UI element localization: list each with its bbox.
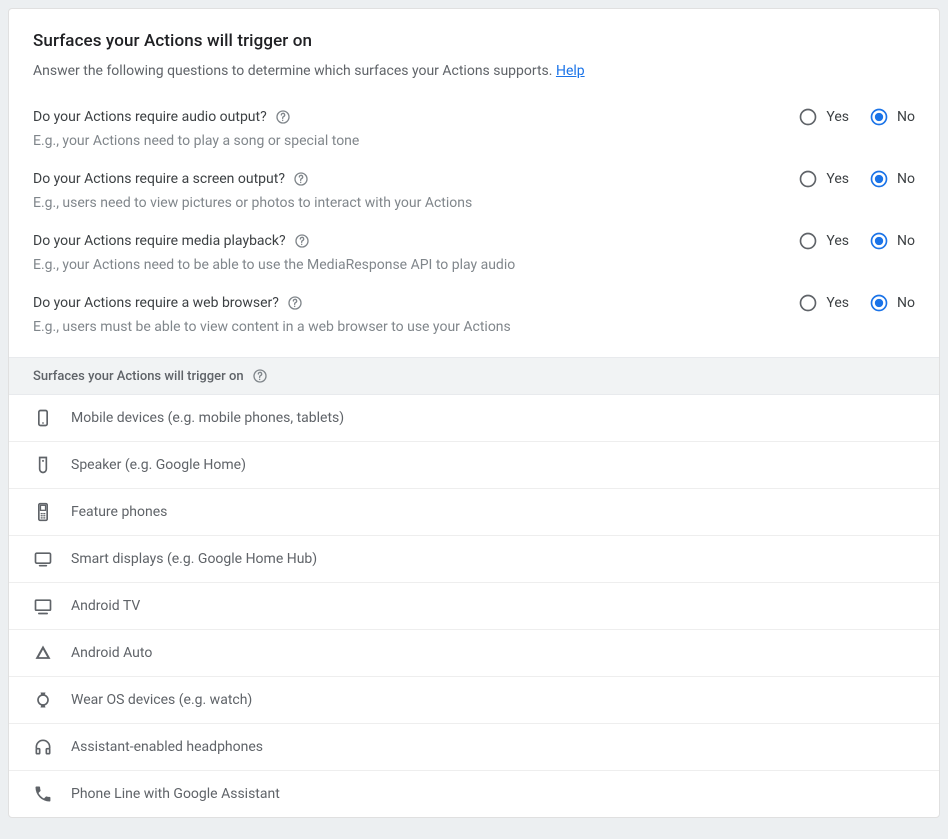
- surface-label: Android TV: [71, 598, 140, 614]
- radio-unselected-icon[interactable]: [798, 231, 818, 251]
- help-icon[interactable]: [252, 368, 268, 384]
- question-hint: E.g., your Actions need to be able to us…: [33, 255, 798, 275]
- question-hint: E.g., users need to view pictures or pho…: [33, 193, 798, 213]
- yes-option[interactable]: Yes: [798, 231, 849, 251]
- surfaces-card: Surfaces your Actions will trigger on An…: [8, 8, 940, 818]
- surface-label: Assistant-enabled headphones: [71, 739, 263, 755]
- surface-label: Mobile devices (e.g. mobile phones, tabl…: [71, 410, 344, 426]
- no-option[interactable]: No: [869, 169, 915, 189]
- surface-row: Feature phones: [9, 489, 939, 536]
- question-row: Do your Actions require media playback? E…: [33, 213, 915, 275]
- choice-label: Yes: [826, 171, 849, 187]
- page-title: Surfaces your Actions will trigger on: [33, 31, 915, 51]
- headphones-icon: [33, 737, 53, 757]
- choice-label: Yes: [826, 109, 849, 125]
- no-option[interactable]: No: [869, 293, 915, 313]
- question-row: Do your Actions require audio output? E.g…: [33, 89, 915, 151]
- help-icon[interactable]: [275, 109, 291, 125]
- choice-label: No: [897, 171, 915, 187]
- radio-unselected-icon[interactable]: [798, 107, 818, 127]
- yes-option[interactable]: Yes: [798, 107, 849, 127]
- surface-row: Wear OS devices (e.g. watch): [9, 677, 939, 724]
- question-hint: E.g., users must be able to view content…: [33, 317, 798, 337]
- question-row: Do your Actions require a web browser? E.…: [33, 275, 915, 337]
- surface-row: Android Auto: [9, 630, 939, 677]
- question-label: Do your Actions require audio output?: [33, 107, 798, 127]
- yes-option[interactable]: Yes: [798, 293, 849, 313]
- choice-label: No: [897, 109, 915, 125]
- tv-icon: [33, 596, 53, 616]
- question-label: Do your Actions require a web browser?: [33, 293, 798, 313]
- auto-icon: [33, 643, 53, 663]
- questions-section: Do your Actions require audio output? E.g…: [9, 85, 939, 357]
- card-header: Surfaces your Actions will trigger on An…: [9, 9, 939, 85]
- radio-selected-icon[interactable]: [869, 107, 889, 127]
- surface-row: Assistant-enabled headphones: [9, 724, 939, 771]
- feature-icon: [33, 502, 53, 522]
- radio-unselected-icon[interactable]: [798, 293, 818, 313]
- help-icon[interactable]: [287, 295, 303, 311]
- surfaces-list-header: Surfaces your Actions will trigger on: [9, 357, 939, 395]
- surface-row: Android TV: [9, 583, 939, 630]
- help-icon[interactable]: [293, 171, 309, 187]
- watch-icon: [33, 690, 53, 710]
- surface-row: Mobile devices (e.g. mobile phones, tabl…: [9, 395, 939, 442]
- speaker-icon: [33, 455, 53, 475]
- radio-selected-icon[interactable]: [869, 231, 889, 251]
- question-label: Do your Actions require media playback?: [33, 231, 798, 251]
- surface-label: Smart displays (e.g. Google Home Hub): [71, 551, 317, 567]
- surfaces-list-title: Surfaces your Actions will trigger on: [33, 369, 244, 384]
- display-icon: [33, 549, 53, 569]
- surface-row: Smart displays (e.g. Google Home Hub): [9, 536, 939, 583]
- surface-label: Phone Line with Google Assistant: [71, 786, 280, 802]
- radio-selected-icon[interactable]: [869, 169, 889, 189]
- no-option[interactable]: No: [869, 107, 915, 127]
- choice-label: Yes: [826, 295, 849, 311]
- question-label: Do your Actions require a screen output?: [33, 169, 798, 189]
- mobile-icon: [33, 408, 53, 428]
- radio-unselected-icon[interactable]: [798, 169, 818, 189]
- radio-selected-icon[interactable]: [869, 293, 889, 313]
- choice-label: No: [897, 233, 915, 249]
- surface-label: Feature phones: [71, 504, 167, 520]
- surface-label: Wear OS devices (e.g. watch): [71, 692, 252, 708]
- no-option[interactable]: No: [869, 231, 915, 251]
- surface-label: Android Auto: [71, 645, 152, 661]
- yes-option[interactable]: Yes: [798, 169, 849, 189]
- surface-label: Speaker (e.g. Google Home): [71, 457, 246, 473]
- question-row: Do your Actions require a screen output?…: [33, 151, 915, 213]
- surface-row: Phone Line with Google Assistant: [9, 771, 939, 817]
- surface-row: Speaker (e.g. Google Home): [9, 442, 939, 489]
- question-hint: E.g., your Actions need to play a song o…: [33, 131, 798, 151]
- surfaces-list: Mobile devices (e.g. mobile phones, tabl…: [9, 395, 939, 817]
- choice-label: Yes: [826, 233, 849, 249]
- help-icon[interactable]: [294, 233, 310, 249]
- page-subtitle: Answer the following questions to determ…: [33, 61, 915, 81]
- choice-label: No: [897, 295, 915, 311]
- help-link[interactable]: Help: [556, 63, 585, 79]
- phone-icon: [33, 784, 53, 804]
